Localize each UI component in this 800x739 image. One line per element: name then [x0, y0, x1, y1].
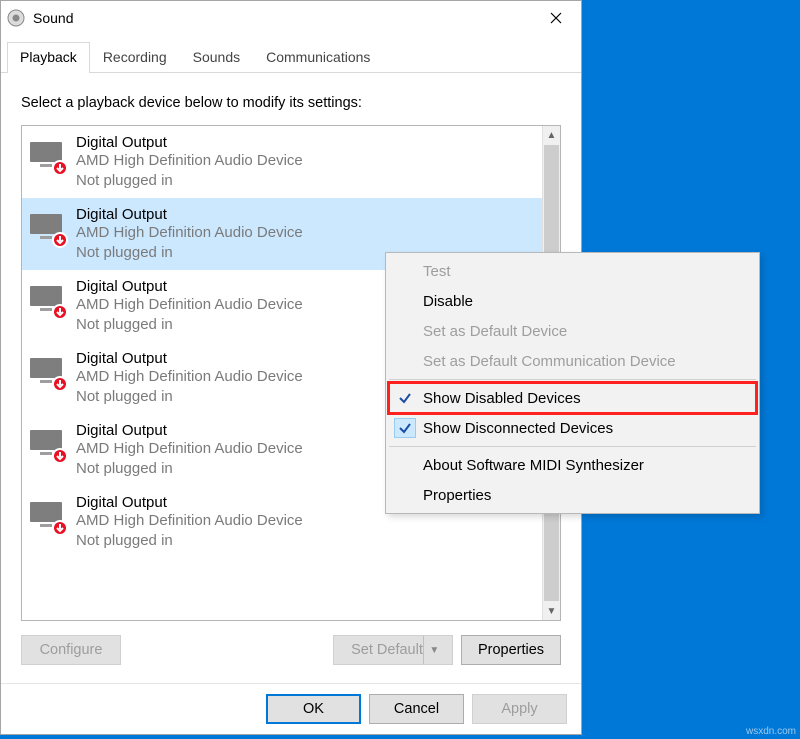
scroll-up-icon[interactable]: ▲ — [543, 126, 560, 144]
tab-recording[interactable]: Recording — [90, 42, 180, 73]
configure-button[interactable]: Configure — [21, 635, 121, 665]
cm-set-default[interactable]: Set as Default Device — [389, 316, 756, 346]
unplugged-badge-icon — [52, 160, 68, 176]
unplugged-badge-icon — [52, 304, 68, 320]
cm-set-default-comm[interactable]: Set as Default Communication Device — [389, 346, 756, 376]
set-default-label: Set Default — [351, 642, 423, 658]
cm-label: Show Disconnected Devices — [423, 420, 613, 437]
device-desc: AMD High Definition Audio Device — [76, 223, 538, 243]
unplugged-badge-icon — [52, 520, 68, 536]
tab-playback[interactable]: Playback — [7, 42, 90, 73]
device-item[interactable]: Digital Output AMD High Definition Audio… — [22, 126, 542, 198]
monitor-icon — [26, 494, 66, 534]
device-desc: AMD High Definition Audio Device — [76, 151, 538, 171]
watermark-text: wsxdn.com — [746, 726, 796, 737]
cm-separator — [389, 446, 756, 447]
check-icon — [394, 388, 416, 408]
titlebar: Sound — [1, 1, 581, 35]
tab-communications[interactable]: Communications — [253, 42, 383, 73]
instruction-text: Select a playback device below to modify… — [21, 95, 561, 111]
unplugged-badge-icon — [52, 232, 68, 248]
device-status: Not plugged in — [76, 171, 538, 191]
cm-about-midi[interactable]: About Software MIDI Synthesizer — [389, 450, 756, 480]
cm-properties[interactable]: Properties — [389, 480, 756, 510]
monitor-icon — [26, 278, 66, 318]
close-button[interactable] — [533, 1, 579, 35]
monitor-icon — [26, 134, 66, 174]
monitor-icon — [26, 206, 66, 246]
apply-button[interactable]: Apply — [472, 694, 567, 724]
cm-disable[interactable]: Disable — [389, 286, 756, 316]
ok-button[interactable]: OK — [266, 694, 361, 724]
cm-separator — [389, 379, 756, 380]
device-name: Digital Output — [76, 206, 538, 223]
unplugged-badge-icon — [52, 448, 68, 464]
monitor-icon — [26, 350, 66, 390]
unplugged-badge-icon — [52, 376, 68, 392]
cm-test[interactable]: Test — [389, 256, 756, 286]
cm-label: Show Disabled Devices — [423, 390, 581, 407]
scroll-down-icon[interactable]: ▼ — [543, 602, 560, 620]
window-title: Sound — [33, 10, 533, 26]
context-menu: Test Disable Set as Default Device Set a… — [385, 252, 760, 514]
monitor-icon — [26, 422, 66, 462]
tab-bar: Playback Recording Sounds Communications — [1, 35, 581, 73]
tab-sounds[interactable]: Sounds — [180, 42, 253, 73]
cm-show-disconnected[interactable]: Show Disconnected Devices — [389, 413, 756, 443]
set-default-button[interactable]: Set Default ▼ — [333, 635, 453, 665]
check-icon — [394, 418, 416, 438]
device-name: Digital Output — [76, 134, 538, 151]
cm-show-disabled[interactable]: Show Disabled Devices — [389, 383, 756, 413]
properties-button[interactable]: Properties — [461, 635, 561, 665]
sound-icon — [7, 9, 25, 27]
cancel-button[interactable]: Cancel — [369, 694, 464, 724]
device-status: Not plugged in — [76, 531, 538, 551]
chevron-down-icon[interactable]: ▼ — [423, 636, 445, 664]
